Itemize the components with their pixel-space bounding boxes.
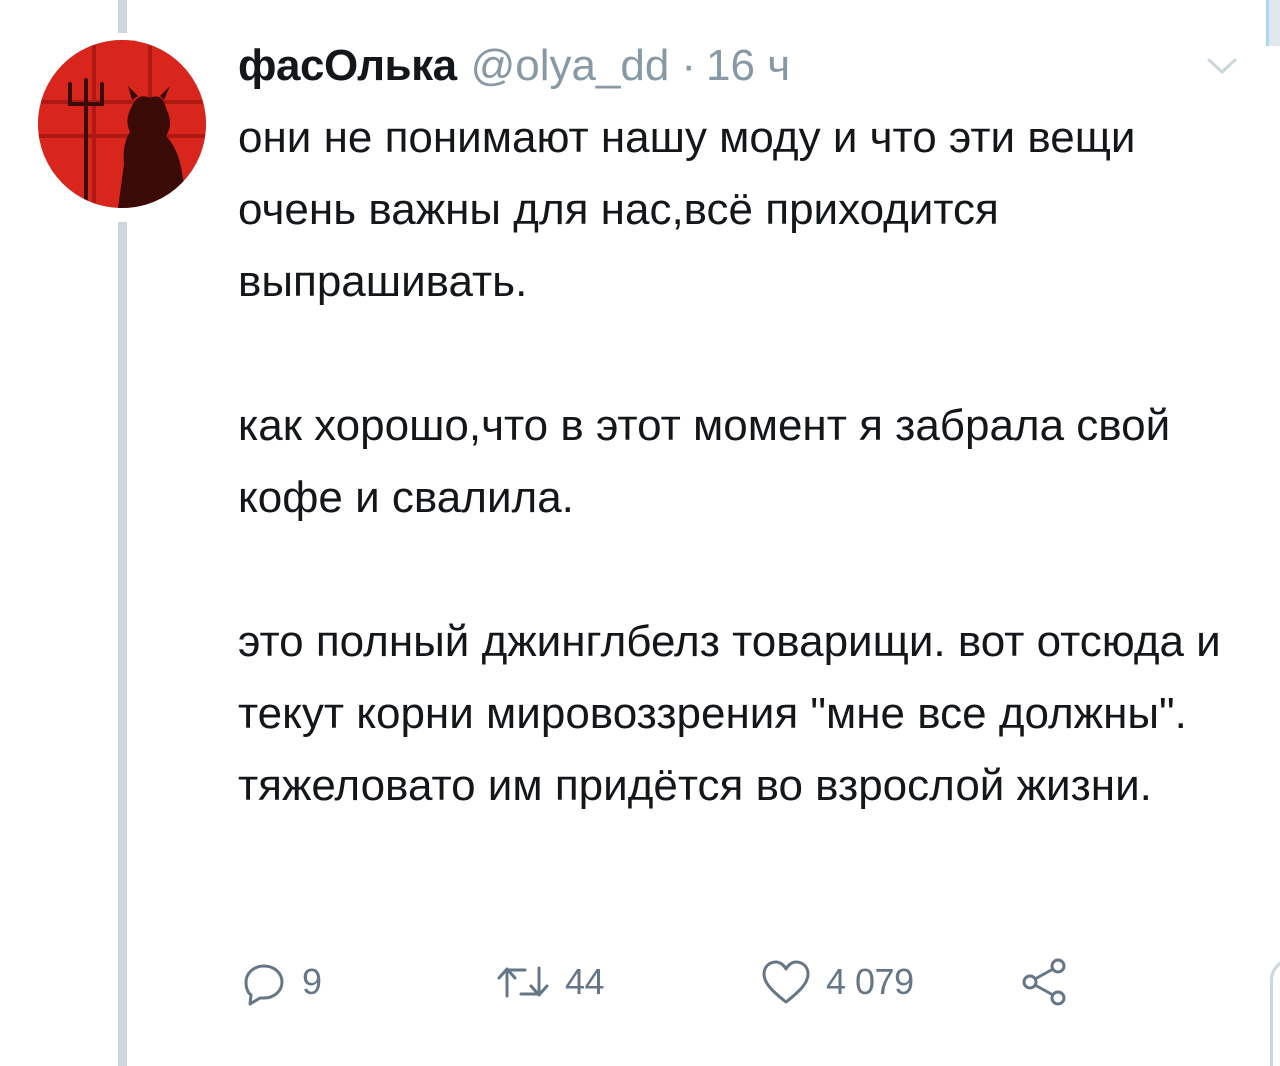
tweet-paragraph-3: это полный джинглбелз товарищи. вот отсю…	[238, 617, 1221, 810]
tweet-timestamp[interactable]: 16 ч	[706, 38, 790, 94]
thread-connector-bottom	[118, 222, 127, 1066]
like-button[interactable]: 4 079	[760, 950, 914, 1014]
tweet-header: фасОлька @olya_dd · 16 ч	[238, 38, 790, 94]
tweet-text: они не понимают нашу моду и что эти вещи…	[238, 102, 1248, 822]
scrollbar-indicator	[1266, 0, 1280, 46]
avatar[interactable]	[38, 40, 206, 208]
display-name[interactable]: фасОлька	[238, 38, 457, 94]
retweet-icon	[497, 966, 549, 998]
tweet-paragraph-1: они не понимают нашу моду и что эти вещи…	[238, 113, 1136, 306]
heart-icon	[762, 960, 810, 1004]
chevron-down-icon[interactable]	[1206, 56, 1238, 76]
like-count: 4 079	[826, 961, 914, 1002]
avatar-image	[38, 40, 206, 208]
retweet-button[interactable]: 44	[495, 950, 605, 1014]
separator-dot: ·	[681, 41, 697, 90]
reply-icon	[244, 964, 284, 1006]
tweet-paragraph-2: как хорошо,что в этот момент я забрала с…	[238, 401, 1171, 522]
share-button[interactable]	[1018, 950, 1070, 1014]
reply-button[interactable]: 9	[240, 950, 322, 1014]
reply-count: 9	[302, 961, 322, 1002]
next-tweet-edge	[1270, 958, 1280, 1066]
retweet-count: 44	[565, 961, 605, 1002]
thread-connector-top	[118, 0, 127, 33]
user-handle[interactable]: @olya_dd	[471, 38, 670, 94]
share-icon	[1022, 958, 1066, 1006]
tweet-actions: 9 44 4 079	[240, 950, 1100, 1014]
tweet-page: фасОлька @olya_dd · 16 ч они не понимают…	[0, 0, 1280, 1066]
